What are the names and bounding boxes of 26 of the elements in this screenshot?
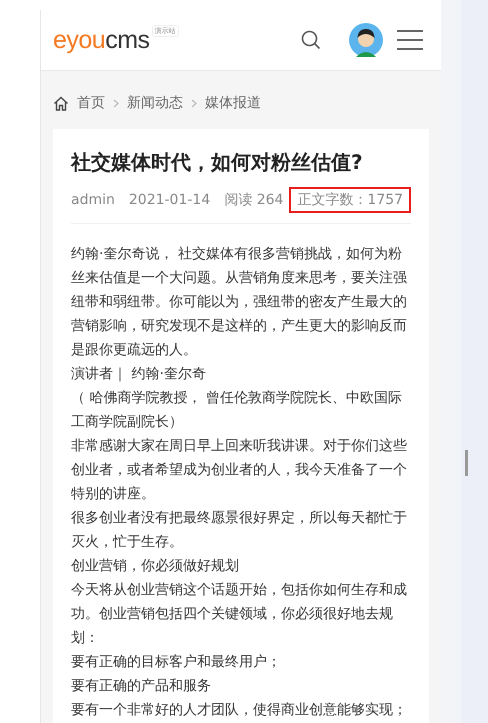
breadcrumb-link[interactable]: 新闻动态 bbox=[127, 94, 183, 112]
author-name: admin bbox=[71, 192, 115, 208]
breadcrumb-link[interactable]: 首页 bbox=[77, 94, 105, 112]
article-paragraph: （ 哈佛商学院教授， 曾任伦敦商学院院长、中欧国际工商学院副院长） bbox=[71, 389, 403, 432]
search-icon[interactable] bbox=[301, 30, 321, 50]
chevron-icon bbox=[113, 98, 119, 108]
article-paragraph: 要有正确的产品和服务 bbox=[71, 677, 212, 696]
breadcrumb-link[interactable]: 媒体报道 bbox=[205, 94, 261, 112]
chevron-icon bbox=[191, 98, 197, 108]
article-paragraph: 很多创业者没有把最终愿景很好界定，所以每天都忙于灭火，忙于生存。 bbox=[71, 509, 408, 552]
article-paragraph: 非常感谢大家在周日早上回来听我讲课。对于你们这些创业者，或者希望成为创业者的人，我今天准备了一个特别的讲座。 bbox=[71, 437, 408, 504]
menu-icon[interactable] bbox=[397, 29, 423, 51]
article-paragraph: 今天将从创业营销这个话题开始，包括你如何生存和成功。创业营销包括四个关键领域，你必须很好地去规划： bbox=[71, 581, 408, 648]
article-paragraph: 约翰·奎尔奇说， 社交媒体有很多营销挑战，如何为粉丝来估值是一个大问题。从营销角度来思考，要关注强纽带和弱纽带。你可能以为，强纽带的密友产生最大的营销影响，研究发现不是这样的，产生更大的影响反而是跟你更疏远的人。 bbox=[71, 245, 408, 360]
article-paragraph: 创业营销，你必须做好规划 bbox=[71, 557, 240, 576]
scroll-handle[interactable] bbox=[465, 450, 468, 476]
view-count: 阅读 264 bbox=[224, 191, 284, 209]
logo[interactable]: eyoucms bbox=[53, 26, 150, 54]
article-paragraph: 要有正确的目标客户和最终用户； bbox=[71, 653, 282, 672]
article-title: 社交媒体时代，如何对粉丝估值? bbox=[71, 149, 364, 176]
home-icon bbox=[53, 96, 69, 110]
publish-date: 2021-01-14 bbox=[128, 192, 210, 208]
avatar-icon[interactable] bbox=[349, 23, 383, 57]
word-count: 正文字数：1757 bbox=[289, 187, 412, 213]
article-paragraph: 演讲者｜ 约翰·奎尔奇 bbox=[71, 365, 207, 384]
article-paragraph: 要有一个非常好的人才团队，使得商业创意能够实现； bbox=[71, 701, 408, 720]
